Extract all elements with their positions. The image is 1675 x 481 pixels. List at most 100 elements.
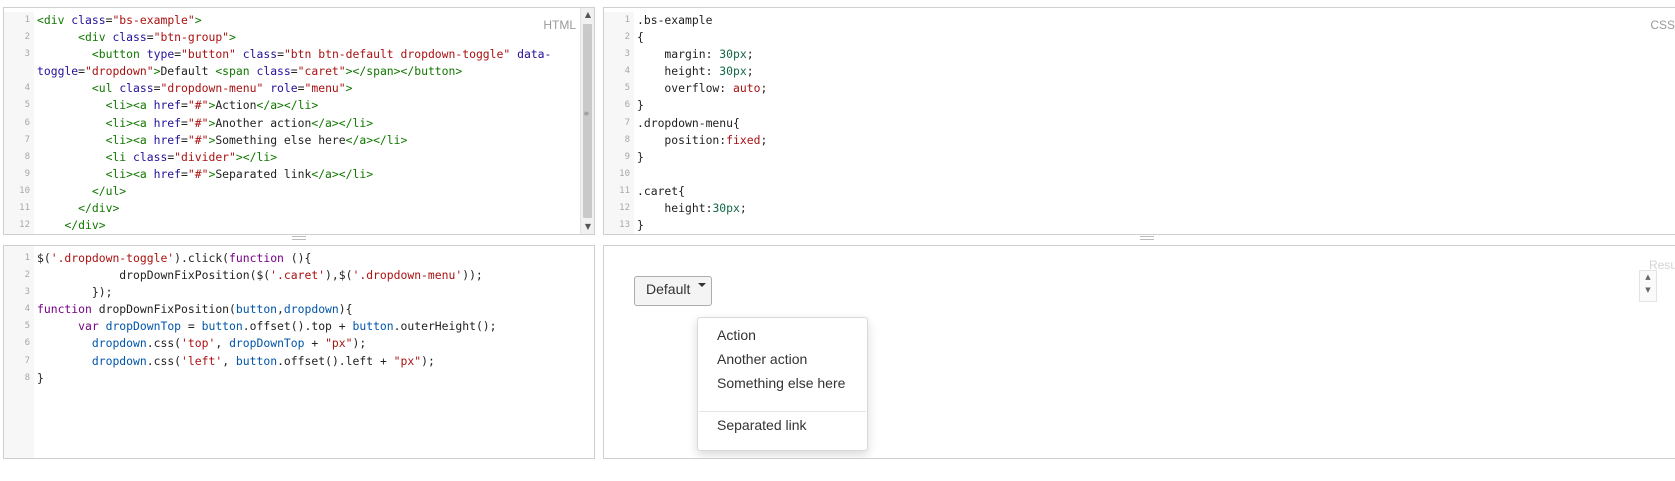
code-line: 8 <li class="divider"></li> — [4, 148, 582, 166]
scroll-down-arrow-icon[interactable]: ▼ — [581, 220, 594, 234]
code-token: function — [229, 251, 284, 265]
code-token: var — [78, 319, 99, 334]
menu-divider — [699, 411, 866, 412]
code-token: } — [637, 98, 644, 113]
code-line: 1 <div class="bs-example"> — [4, 12, 582, 30]
code-token: "dropdown-menu" — [160, 81, 264, 96]
code-text: .dropdown-menu{ — [634, 115, 740, 132]
scrollbar-thumb[interactable] — [583, 24, 592, 218]
code-line: 4 <ul class="dropdown-menu" role="menu"> — [4, 80, 582, 98]
result-scroll-spinner[interactable]: ▲ ▼ — [1639, 270, 1657, 302]
code-line: 9 <li><a href="#">Separated link</a></li… — [4, 165, 582, 183]
code-token: <li><a — [105, 115, 154, 130]
code-token: class — [71, 13, 106, 27]
code-text: height: 30px; — [634, 63, 753, 80]
code-token: </a></li> — [345, 132, 408, 147]
result-pane[interactable]: Resu ▲ ▼ Default Action Another action S… — [603, 245, 1675, 459]
spin-down-icon[interactable]: ▼ — [1640, 284, 1656, 297]
default-dropdown-button[interactable]: Default — [634, 276, 712, 306]
css-code[interactable]: 1 .bs-example 2{3 margin: 30px; 4 height: 3… — [604, 12, 1663, 234]
code-token: Another action — [215, 115, 312, 130]
code-line: 7 .dropdown-menu{ — [604, 114, 1663, 132]
html-editor-pane[interactable]: 1 <div class="bs-example"> 2 <div class="b… — [3, 7, 595, 235]
line-number: 1 — [4, 250, 34, 268]
code-token: dropDownFixPosition( — [91, 302, 236, 317]
code-line: 3 }); — [4, 284, 582, 302]
html-scrollbar[interactable]: ▲ ≡ ▼ — [580, 8, 594, 234]
code-token: class — [242, 47, 278, 62]
code-text: height:30px; — [634, 200, 746, 217]
code-token: { — [637, 30, 644, 45]
code-token: "px" — [393, 353, 422, 368]
code-token: ){ — [338, 302, 353, 317]
code-token: fixed — [726, 132, 761, 147]
code-text: dropDownFixPosition($('.caret'),$('.drop… — [34, 267, 483, 284]
code-text: .caret{ — [634, 183, 685, 200]
code-token: "#" — [187, 115, 209, 130]
code-token: <li><a — [105, 132, 154, 147]
code-token: button — [352, 319, 394, 334]
code-token: type — [146, 47, 175, 62]
code-text: <li><a href="#">Separated link</a></li> — [34, 166, 374, 183]
code-text: <div class="bs-example"> — [34, 12, 202, 29]
resize-handle-left[interactable] — [292, 236, 306, 240]
code-token: > — [194, 13, 202, 27]
code-token: "divider" — [174, 149, 236, 164]
code-text: <div class="btn-group"> — [34, 29, 236, 46]
code-line: 11 .caret{ — [604, 182, 1663, 201]
code-token: toggle — [37, 64, 79, 79]
menu-item-something-else[interactable]: Something else here — [717, 374, 845, 392]
code-line: toggle="dropdown">Default <span class="c… — [4, 63, 582, 81]
code-token: Separated link — [215, 166, 312, 181]
code-text: } — [634, 217, 644, 234]
code-token: )); — [462, 268, 483, 283]
code-token: class — [133, 149, 168, 164]
code-line: 1 $('.dropdown-toggle').click(function ()… — [4, 250, 582, 268]
code-token: = — [146, 30, 154, 45]
code-text: dropdown.css('left', button.offset().lef… — [34, 353, 435, 370]
code-token: margin: — [637, 47, 720, 62]
spin-up-icon[interactable]: ▲ — [1640, 271, 1656, 284]
code-text: function dropDownFixPosition(button,drop… — [34, 301, 353, 318]
code-text: <li><a href="#">Another action</a></li> — [34, 115, 374, 132]
code-line: 2 dropDownFixPosition($('.caret'),$('.dr… — [4, 267, 582, 285]
scroll-up-arrow-icon[interactable]: ▲ — [581, 8, 594, 22]
css-editor-pane[interactable]: 1 .bs-example 2{3 margin: 30px; 4 height: 3… — [603, 7, 1675, 235]
code-text: </div> — [34, 217, 105, 234]
code-line: 8} — [4, 369, 582, 387]
menu-item-action[interactable]: Action — [717, 326, 756, 344]
code-line: 12 height:30px; — [604, 200, 1663, 218]
js-code[interactable]: 1 $('.dropdown-toggle').click(function ()… — [4, 250, 582, 387]
resize-handle-right[interactable] — [1140, 236, 1154, 240]
code-token: href — [153, 98, 182, 113]
code-token: "caret" — [297, 64, 346, 79]
code-token: = — [181, 132, 188, 147]
code-token: function — [37, 302, 92, 317]
html-code[interactable]: 1 <div class="bs-example"> 2 <div class="b… — [4, 12, 582, 234]
code-token: ; — [760, 132, 768, 147]
js-editor-pane[interactable]: 1 $('.dropdown-toggle').click(function ()… — [3, 245, 595, 459]
line-number: 3 — [604, 46, 634, 64]
line-number: 4 — [604, 63, 634, 81]
menu-item-another-action[interactable]: Another action — [717, 350, 807, 368]
code-line: 5 overflow: auto; — [604, 80, 1663, 98]
code-text: } — [34, 370, 44, 387]
code-line: 2 <div class="btn-group"> — [4, 29, 582, 47]
line-number: 1 — [604, 12, 634, 30]
code-line: 1 .bs-example — [604, 12, 1663, 30]
code-token: = — [181, 98, 188, 113]
code-token: height: — [637, 201, 713, 216]
code-token: .offset().left + — [277, 353, 394, 368]
code-token: </a></li> — [311, 166, 374, 181]
code-token: href — [153, 166, 182, 181]
code-token: = — [181, 115, 188, 130]
menu-item-separated-link[interactable]: Separated link — [717, 416, 807, 434]
